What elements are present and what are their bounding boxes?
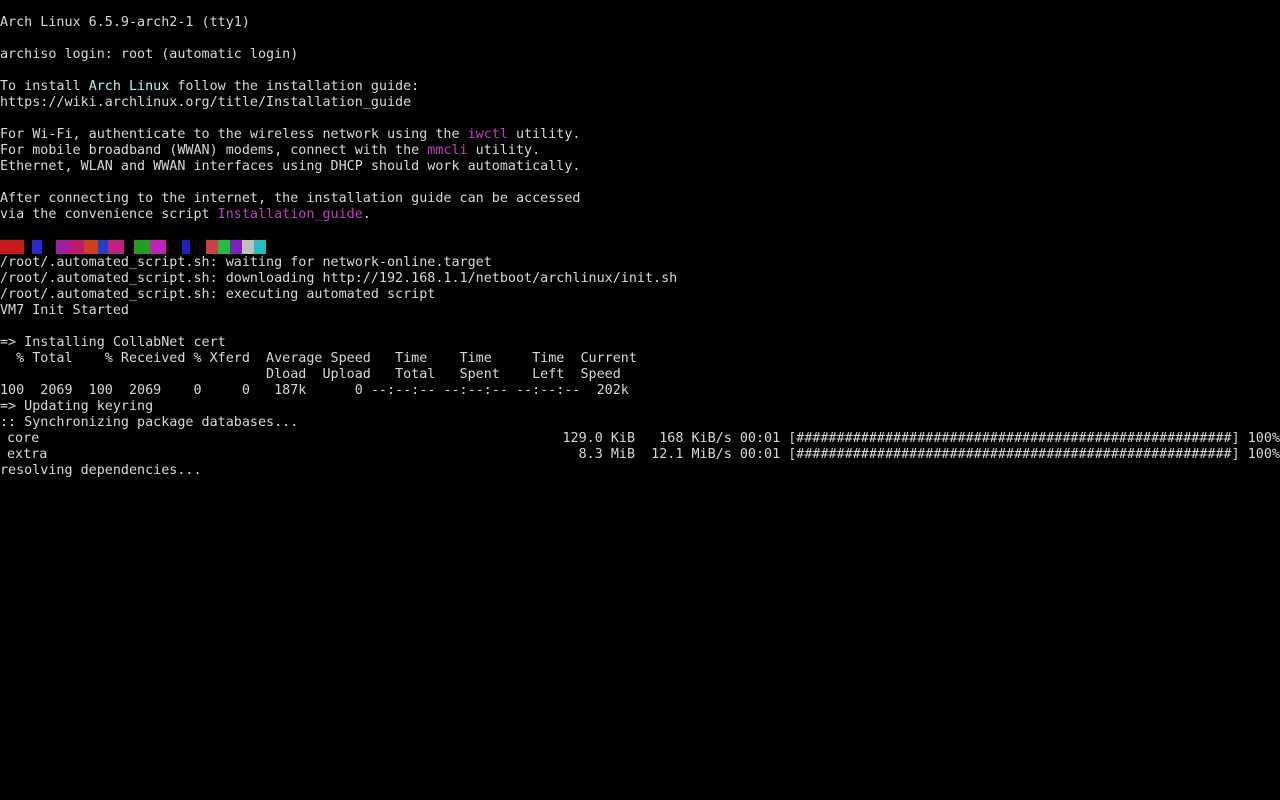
garbled-segment — [98, 240, 108, 254]
garbled-segment — [0, 240, 24, 254]
garbled-segment — [242, 240, 254, 254]
install-cert-line: => Installing CollabNet cert — [0, 335, 226, 350]
garbled-segment — [218, 240, 230, 254]
script-exec-line: /root/.automated_script.sh: executing au… — [0, 287, 436, 302]
login-line: archiso login: root (automatic login) — [0, 47, 299, 62]
progress-stats: 129.0 KiB 168 KiB/s 00:01 [#############… — [562, 431, 1280, 446]
after-connect-line: After connecting to the internet, the in… — [0, 191, 581, 206]
garbled-segment — [32, 240, 42, 254]
progress-name: extra — [7, 447, 48, 462]
wwan-line: For mobile broadband (WWAN) modems, conn… — [0, 143, 541, 158]
garbled-segment — [150, 240, 166, 254]
curl-header-1: % Total % Received % Xferd Average Speed… — [0, 351, 637, 366]
garbled-segment — [166, 240, 182, 254]
garbled-segment — [84, 240, 98, 254]
progress-stats: 8.3 MiB 12.1 MiB/s 00:01 [##############… — [578, 447, 1280, 462]
garbled-output-strip — [0, 239, 1280, 255]
garbled-segment — [230, 240, 242, 254]
arch-linux-highlight: Arch Linux — [88, 79, 170, 94]
install-guide-line: To install Arch Linux follow the install… — [0, 79, 420, 94]
installation-guide-highlight: Installation_guide — [217, 207, 363, 222]
kernel-banner: Arch Linux 6.5.9-arch2-1 (tty1) — [0, 15, 250, 30]
wifi-line: For Wi-Fi, authenticate to the wireless … — [0, 127, 581, 142]
sync-line: :: Synchronizing package databases... — [0, 415, 299, 430]
keyring-line: => Updating keyring — [0, 399, 154, 414]
progress-extra: extra 8.3 MiB 12.1 MiB/s 00:01 [#########… — [0, 447, 1280, 463]
install-guide-url: https://wiki.archlinux.org/title/Install… — [0, 95, 412, 110]
garbled-segment — [134, 240, 150, 254]
garbled-segment — [56, 240, 70, 254]
progress-core: core 129.0 KiB 168 KiB/s 00:01 [#########… — [0, 431, 1280, 447]
curl-header-2: Dload Upload Total Spent Left Speed — [0, 367, 621, 382]
garbled-segment — [254, 240, 266, 254]
garbled-segment — [24, 240, 32, 254]
tty-console[interactable]: Arch Linux 6.5.9-arch2-1 (tty1) archiso … — [0, 0, 1280, 800]
garbled-segment — [108, 240, 124, 254]
mmcli-highlight: mmcli — [427, 143, 468, 158]
via-script-line: via the convenience script Installation_… — [0, 207, 371, 222]
garbled-segment — [42, 240, 56, 254]
garbled-segment — [70, 240, 84, 254]
iwctl-highlight: iwctl — [467, 127, 508, 142]
resolving-line: resolving dependencies... — [0, 463, 202, 478]
ethernet-line: Ethernet, WLAN and WWAN interfaces using… — [0, 159, 581, 174]
garbled-segment — [190, 240, 206, 254]
init-started-line: VM7 Init Started — [0, 303, 129, 318]
garbled-segment — [182, 240, 190, 254]
script-download-line: /root/.automated_script.sh: downloading … — [0, 271, 678, 286]
progress-name: core — [7, 431, 40, 446]
garbled-segment — [124, 240, 134, 254]
curl-stats-row: 100 2069 100 2069 0 0 187k 0 --:--:-- --… — [0, 383, 629, 398]
garbled-segment — [206, 240, 218, 254]
script-wait-line: /root/.automated_script.sh: waiting for … — [0, 255, 492, 270]
